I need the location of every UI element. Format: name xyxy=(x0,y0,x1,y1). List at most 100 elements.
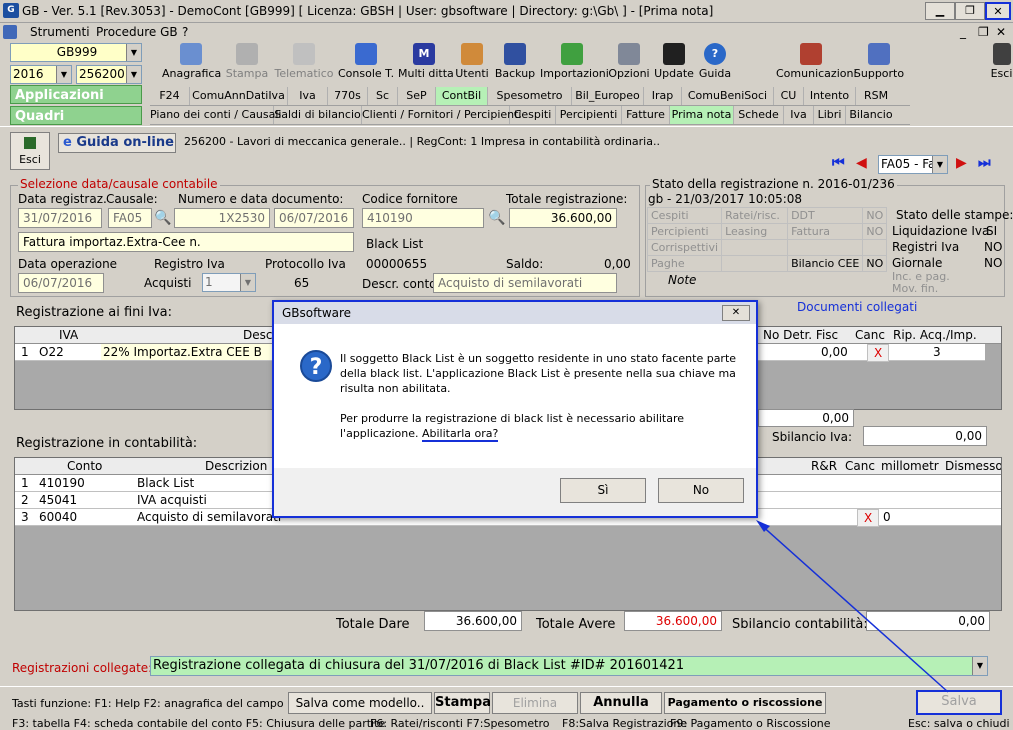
tab-sep[interactable]: SeP xyxy=(398,87,436,105)
toolbar-anagrafica[interactable]: Anagrafica xyxy=(162,42,221,82)
toolbar-opzioni[interactable]: Opzioni xyxy=(608,42,650,82)
toolbar-supporto[interactable]: Supporto xyxy=(852,42,906,82)
tab-bil-europeo[interactable]: Bil_Europeo xyxy=(572,87,644,105)
tab-rsm[interactable]: RSM xyxy=(856,87,896,105)
esci-button[interactable]: Esci xyxy=(10,132,50,170)
next-record-icon[interactable]: ▶ xyxy=(956,155,972,173)
year-select[interactable]: 2016 ▼ xyxy=(10,65,72,84)
tab-schede[interactable]: Schede xyxy=(734,106,784,124)
tab-comuanndatiiva[interactable]: ComuAnnDatiIva xyxy=(190,87,288,105)
applicazioni-label[interactable]: Applicazioni xyxy=(10,85,142,104)
tab-770s[interactable]: 770s xyxy=(328,87,368,105)
toolbar-stampa[interactable]: Stampa xyxy=(224,42,270,82)
doc-close-button[interactable]: ✕ xyxy=(996,25,1006,39)
note-label[interactable]: Note xyxy=(668,273,696,287)
salva-button[interactable]: Salva xyxy=(916,690,1002,715)
col-rip: Rip. Acq./Imp. xyxy=(893,328,977,342)
quadri-label[interactable]: Quadri xyxy=(10,106,142,125)
close-window-button[interactable]: ✕ xyxy=(985,2,1011,20)
stampe-title: Stato delle stampe: xyxy=(896,208,1013,222)
prev-record-icon[interactable]: ◀ xyxy=(856,155,872,173)
tab-prima-nota[interactable]: Prima nota xyxy=(670,106,734,124)
row-conto: 410190 xyxy=(39,476,85,490)
collegate-select[interactable]: Registrazione collegata di chiusura del … xyxy=(150,656,988,676)
tab-spesometro[interactable]: Spesometro xyxy=(488,87,572,105)
tab-contbil[interactable]: ContBil xyxy=(436,87,488,105)
message-line: Per produrre la registrazione di black l… xyxy=(340,412,685,425)
tab-iva-2[interactable]: Iva xyxy=(784,106,814,124)
numero-doc-field[interactable]: 1X2530 xyxy=(174,208,270,228)
menu-procedure[interactable]: Procedure GB xyxy=(96,25,178,39)
dialog-close-button[interactable]: ✕ xyxy=(722,305,750,321)
stato-cell: DDT xyxy=(787,207,864,224)
toolbar-utenti[interactable]: Utenti xyxy=(454,42,490,82)
tab-cespiti[interactable]: Cespiti xyxy=(510,106,556,124)
annulla-button[interactable]: Annulla xyxy=(580,692,662,714)
minimize-button[interactable]: ▁ xyxy=(925,2,955,20)
causale-nav-select[interactable]: FA05 - Fa ▼ xyxy=(878,155,948,174)
tab-libri[interactable]: Libri xyxy=(814,106,846,124)
totale-field[interactable]: 36.600,00 xyxy=(509,208,617,228)
tab-cu[interactable]: CU xyxy=(774,87,804,105)
stampe-registri-val: NO xyxy=(984,240,1003,254)
toolbar-comunicazioni[interactable]: Comunicazioni xyxy=(776,42,857,82)
toolbar-label: Importazioni xyxy=(540,67,609,80)
delete-row-icon[interactable]: X xyxy=(867,344,890,362)
menu-bar: Strumenti Procedure GB ? _ ❐ ✕ xyxy=(0,23,1013,42)
tab-intento[interactable]: Intento xyxy=(804,87,856,105)
function-keys-2: F3: tabella F4: scheda contabile del con… xyxy=(12,717,386,730)
toolbar-backup[interactable]: Backup xyxy=(494,42,536,82)
tab-fatture[interactable]: Fatture xyxy=(622,106,670,124)
doc-restore-button[interactable]: ❐ xyxy=(978,25,989,39)
tab-piano-conti[interactable]: Piano dei conti / Causali xyxy=(150,106,281,124)
tab-saldi[interactable]: Saldi di bilancio xyxy=(274,106,362,124)
search-icon[interactable]: 🔍 xyxy=(154,210,171,226)
delete-row-icon[interactable]: X xyxy=(857,509,880,527)
search-icon[interactable]: 🔍 xyxy=(488,210,505,226)
first-record-icon[interactable]: ⏮ xyxy=(832,155,852,173)
registro-num-select[interactable]: 1 ▼ xyxy=(202,273,256,292)
yes-button[interactable]: Sì xyxy=(560,478,646,503)
elimina-button[interactable]: Elimina xyxy=(492,692,578,714)
code-select[interactable]: 256200 - ▼ xyxy=(76,65,142,84)
data-reg-field[interactable]: 31/07/2016 xyxy=(18,208,102,228)
menu-strumenti[interactable]: Strumenti xyxy=(30,25,90,39)
restore-button[interactable]: ❐ xyxy=(955,2,985,20)
documenti-collegati-link[interactable]: Documenti collegati xyxy=(797,300,917,314)
last-record-icon[interactable]: ⏭ xyxy=(978,155,1000,173)
toolbar-guida[interactable]: ? Guida xyxy=(698,42,732,82)
toolbar-update[interactable]: Update xyxy=(654,42,694,82)
toolbar-multi-ditta[interactable]: M Multi ditta xyxy=(398,42,454,82)
fornitore-field[interactable]: 410190 xyxy=(362,208,484,228)
no-button[interactable]: No xyxy=(658,478,744,503)
stampa-button[interactable]: Stampa xyxy=(434,692,491,714)
tab-bilancio[interactable]: Bilancio xyxy=(846,106,896,124)
company-select[interactable]: GB999 ▼ xyxy=(10,43,142,62)
toolbar-telematico[interactable]: Telematico xyxy=(274,42,334,82)
toolbar-console[interactable]: Console T. xyxy=(338,42,394,82)
tab-percipienti[interactable]: Percipienti xyxy=(556,106,622,124)
pagamento-button[interactable]: Pagamento o riscossione xyxy=(664,692,826,714)
causale-field[interactable]: FA05 xyxy=(108,208,152,228)
chevron-down-icon: ▼ xyxy=(126,66,141,83)
doc-minimize-button[interactable]: _ xyxy=(960,25,966,39)
console-icon xyxy=(355,43,377,65)
tab-comubenisoci[interactable]: ComuBeniSoci xyxy=(682,87,774,105)
data-op-field[interactable]: 06/07/2016 xyxy=(18,273,104,293)
tab-irap[interactable]: Irap xyxy=(644,87,682,105)
descrizione-field[interactable]: Fattura importaz.Extra-Cee n. xyxy=(18,232,354,252)
toolbar-importazioni[interactable]: Importazioni xyxy=(540,42,609,82)
tab-f24[interactable]: F24 xyxy=(150,87,190,105)
tab-sc[interactable]: Sc xyxy=(368,87,398,105)
salva-modello-button[interactable]: Salva come modello.. xyxy=(288,692,432,714)
data-doc-field[interactable]: 06/07/2016 xyxy=(274,208,354,228)
toolbar-esci[interactable]: Esci xyxy=(990,42,1013,82)
menu-help[interactable]: ? xyxy=(182,25,188,39)
guida-online-button[interactable]: e Guida on-line xyxy=(58,133,176,153)
descr-conto-field[interactable]: Acquisto di semilavorati xyxy=(433,273,617,293)
sbil-cont-field: 0,00 xyxy=(866,611,990,631)
iva-code: O22 xyxy=(39,345,64,359)
collegate-label: Registrazioni collegate: xyxy=(12,661,153,675)
tab-iva[interactable]: Iva xyxy=(288,87,328,105)
tab-clienti[interactable]: Clienti / Fornitori / Percipienti xyxy=(362,106,521,124)
